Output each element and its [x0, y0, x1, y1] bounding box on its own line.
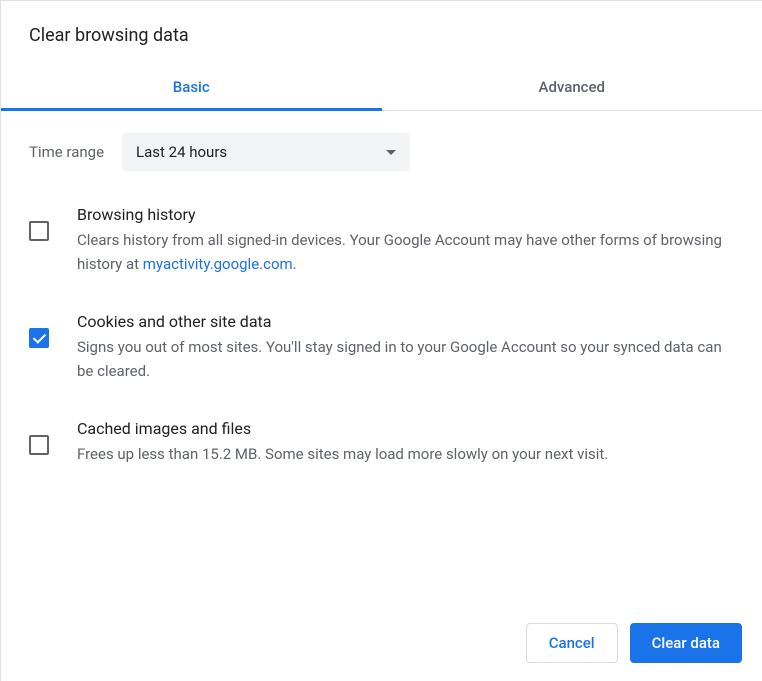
option-text: Cached images and files Frees up less th…: [77, 419, 734, 466]
option-desc: Signs you out of most sites. You'll stay…: [77, 335, 734, 383]
time-range-select[interactable]: Last 24 hours: [122, 133, 410, 171]
option-cached: Cached images and files Frees up less th…: [29, 419, 734, 466]
clear-data-button[interactable]: Clear data: [630, 623, 742, 663]
option-text: Browsing history Clears history from all…: [77, 205, 734, 276]
time-range-label: Time range: [29, 143, 104, 161]
tab-basic[interactable]: Basic: [1, 64, 382, 110]
option-cookies: Cookies and other site data Signs you ou…: [29, 312, 734, 383]
myactivity-link[interactable]: myactivity.google.com: [143, 255, 293, 273]
option-text: Cookies and other site data Signs you ou…: [77, 312, 734, 383]
option-title: Cookies and other site data: [77, 312, 734, 331]
dialog-content: Time range Last 24 hours Browsing histor…: [1, 111, 762, 605]
option-desc-text: Signs you out of most sites. You'll stay…: [77, 338, 722, 380]
time-range-value: Last 24 hours: [136, 143, 227, 161]
time-range-row: Time range Last 24 hours: [29, 133, 734, 171]
option-desc: Clears history from all signed-in device…: [77, 228, 734, 276]
dialog-title: Clear browsing data: [1, 1, 762, 64]
checkbox-browsing-history[interactable]: [29, 221, 49, 241]
checkbox-cookies[interactable]: [29, 328, 49, 348]
option-title: Browsing history: [77, 205, 734, 224]
cancel-button[interactable]: Cancel: [526, 623, 618, 663]
option-desc: Frees up less than 15.2 MB. Some sites m…: [77, 442, 734, 466]
dialog-footer: Cancel Clear data: [1, 605, 762, 681]
dropdown-arrow-icon: [386, 150, 396, 155]
tabs: Basic Advanced: [1, 64, 762, 111]
option-desc-after: .: [293, 255, 297, 273]
option-desc-text: Frees up less than 15.2 MB. Some sites m…: [77, 445, 608, 463]
option-title: Cached images and files: [77, 419, 734, 438]
option-browsing-history: Browsing history Clears history from all…: [29, 205, 734, 276]
tab-advanced[interactable]: Advanced: [382, 64, 762, 110]
clear-browsing-data-dialog: Clear browsing data Basic Advanced Time …: [1, 1, 762, 681]
checkbox-cached[interactable]: [29, 435, 49, 455]
